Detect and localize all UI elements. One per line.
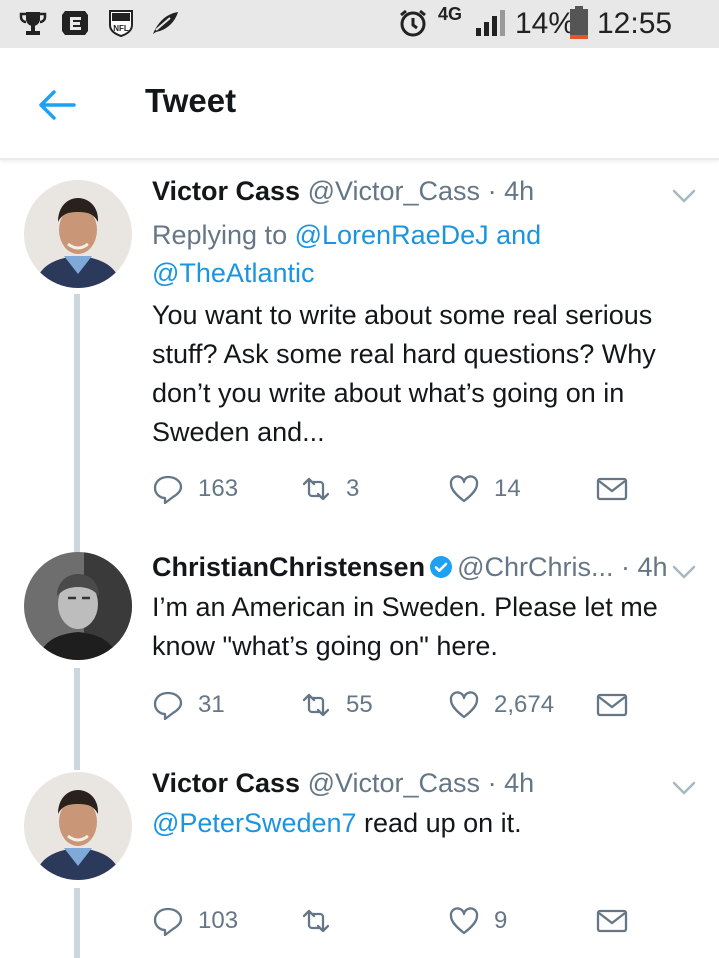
retweet-icon (302, 693, 330, 717)
avatar[interactable] (24, 772, 132, 880)
heart-icon (449, 907, 479, 935)
tweet[interactable]: Victor Cass @Victor_Cass · 4h Replying t… (0, 160, 719, 530)
tweet[interactable]: ChristianChristensen @ChrChris... · 4h I’… (0, 530, 719, 750)
chevron-down-icon[interactable] (671, 780, 697, 796)
like-button[interactable]: 14 (448, 472, 521, 506)
replying-to-prefix: Replying to (152, 220, 288, 250)
tweet-time: 4h (504, 768, 535, 798)
tweet-text: @PeterSweden7 read up on it. (152, 804, 692, 843)
tweet-author-line: ChristianChristensen @ChrChris... · 4h (152, 550, 668, 584)
avatar[interactable] (24, 552, 132, 660)
envelope-icon (596, 693, 628, 717)
signal-strength-icon (476, 10, 505, 36)
status-bar: NFL 4G 14% 12:55 PM (0, 0, 719, 76)
mention-link[interactable]: @TheAtlantic (152, 258, 314, 288)
avatar[interactable] (24, 180, 132, 288)
espn-app-icon (62, 11, 88, 35)
heart-icon (449, 475, 479, 503)
nfl-app-icon: NFL (109, 10, 133, 38)
profile-photo-victor-cass (24, 180, 132, 288)
thread-line (74, 294, 80, 530)
envelope-icon (596, 909, 628, 933)
like-count: 9 (494, 907, 508, 934)
arrow-left-icon[interactable] (36, 84, 78, 126)
chevron-down-icon[interactable] (671, 564, 697, 580)
tweet-text: You want to write about some real seriou… (152, 300, 656, 447)
separator-dot: · (487, 768, 497, 798)
retweet-button[interactable] (300, 904, 346, 938)
separator-dot: · (621, 552, 631, 582)
reply-button[interactable]: 103 (152, 904, 238, 938)
like-button[interactable]: 9 (448, 904, 507, 938)
retweet-count: 55 (346, 691, 373, 718)
separator-dot: · (487, 176, 497, 206)
author-name[interactable]: Victor Cass (152, 176, 300, 206)
battery-percent: 14% (515, 7, 576, 40)
like-count: 2,674 (494, 691, 555, 718)
direct-message-button[interactable] (596, 904, 628, 938)
retweet-count: 3 (346, 475, 360, 502)
tweet-text-body: read up on it. (364, 808, 522, 838)
retweet-icon (302, 477, 330, 501)
retweet-button[interactable]: 55 (300, 688, 373, 722)
top-app-bar: Tweet (0, 48, 719, 160)
battery-icon (570, 6, 588, 39)
network-type: 4G (438, 4, 463, 24)
profile-photo-victor-cass (24, 772, 132, 880)
author-name[interactable]: ChristianChristensen (152, 552, 425, 582)
reply-count: 103 (198, 907, 239, 934)
feather-app-icon (153, 12, 178, 34)
trophy-icon (19, 12, 47, 35)
like-count: 14 (494, 475, 521, 502)
tweet-actions: 163 3 14 (152, 472, 692, 506)
tweet-actions: 31 55 2,674 (152, 688, 692, 722)
author-handle[interactable]: @ChrChris... (457, 552, 613, 582)
reply-button[interactable]: 31 (152, 688, 225, 722)
retweet-icon (302, 909, 330, 933)
tweet-author-line: Victor Cass @Victor_Cass · 4h (152, 174, 534, 208)
reply-icon (153, 907, 183, 936)
retweet-button[interactable]: 3 (300, 472, 359, 506)
verified-badge-icon (430, 556, 453, 578)
direct-message-button[interactable] (596, 472, 628, 506)
reply-count: 163 (198, 475, 239, 502)
reply-button[interactable]: 163 (152, 472, 238, 506)
direct-message-button[interactable] (596, 688, 628, 722)
tweet[interactable]: Victor Cass @Victor_Cass · 4h @PeterSwed… (0, 750, 719, 958)
tweet-author-line: Victor Cass @Victor_Cass · 4h (152, 766, 534, 800)
author-handle[interactable]: @Victor_Cass (308, 176, 480, 206)
mention-link[interactable]: @LorenRaeDeJ (295, 220, 489, 250)
chevron-down-icon[interactable] (671, 188, 697, 204)
svg-text:NFL: NFL (113, 24, 129, 33)
thread-line (74, 888, 80, 958)
reply-icon (153, 691, 183, 720)
thread-line (74, 750, 80, 770)
tweet-time: 4h (637, 552, 668, 582)
profile-photo-christian-christensen (24, 552, 132, 660)
mention-link[interactable]: @PeterSweden7 (152, 808, 357, 838)
envelope-icon (596, 477, 628, 501)
reply-icon (153, 475, 183, 504)
heart-icon (449, 691, 479, 719)
tweet-text: I’m an American in Sweden. Please let me… (152, 592, 658, 661)
tweet-time: 4h (504, 176, 535, 206)
tweet-actions: 103 9 (152, 904, 692, 938)
reply-count: 31 (198, 691, 225, 718)
thread-line (74, 668, 80, 750)
author-name[interactable]: Victor Cass (152, 768, 300, 798)
replying-to: Replying to @LorenRaeDeJ and @TheAtlanti… (152, 216, 692, 292)
author-handle[interactable]: @Victor_Cass (308, 768, 480, 798)
page-title: Tweet (145, 82, 237, 119)
replying-and: and (496, 220, 542, 250)
alarm-icon (400, 9, 426, 37)
thread-line (74, 530, 80, 554)
like-button[interactable]: 2,674 (448, 688, 554, 722)
